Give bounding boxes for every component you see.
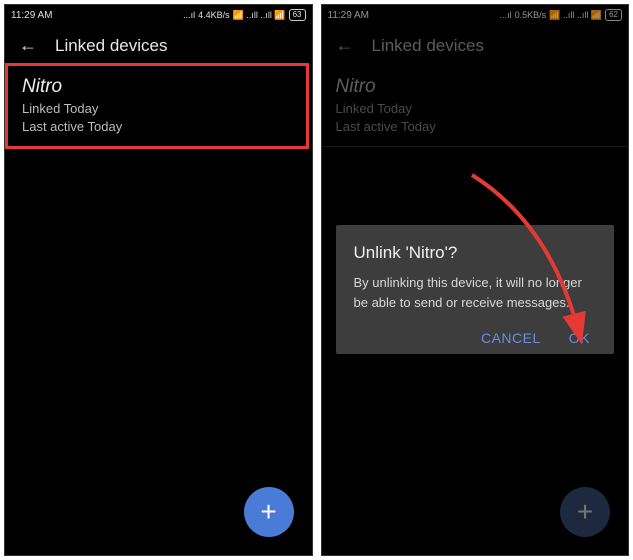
device-active: Last active Today [22, 118, 292, 136]
status-time: 11:29 AM [11, 10, 53, 21]
fab-add[interactable]: + [244, 487, 294, 537]
status-right: ...ıl 4.4KB/s 📶 ..ıll ..ıll 📶 63 [183, 9, 305, 21]
dialog-message: By unlinking this device, it will no lon… [354, 273, 597, 312]
dialog-title: Unlink 'Nitro'? [354, 243, 597, 263]
device-item[interactable]: Nitro Linked Today Last active Today [5, 63, 309, 149]
back-icon[interactable]: ← [19, 35, 37, 56]
device-name: Nitro [22, 76, 292, 98]
plus-icon: + [260, 496, 276, 528]
device-linked: Linked Today [22, 100, 292, 118]
statusbar: 11:29 AM ...ıl 4.4KB/s 📶 ..ıll ..ıll 📶 6… [5, 5, 312, 25]
page-title: Linked devices [55, 36, 167, 56]
status-net: 4.4KB/s [198, 10, 230, 20]
header: ← Linked devices [5, 25, 312, 66]
ok-button[interactable]: OK [569, 330, 590, 346]
phone-right: 11:29 AM ...ıl 0.5KB/s 📶 ..ıll ..ıll 📶 6… [321, 4, 630, 556]
unlink-dialog: Unlink 'Nitro'? By unlinking this device… [336, 225, 615, 354]
status-battery: 63 [289, 9, 306, 21]
cancel-button[interactable]: CANCEL [481, 330, 541, 346]
dialog-actions: CANCEL OK [354, 330, 597, 346]
phone-left: 11:29 AM ...ıl 4.4KB/s 📶 ..ıll ..ıll 📶 6… [4, 4, 313, 556]
